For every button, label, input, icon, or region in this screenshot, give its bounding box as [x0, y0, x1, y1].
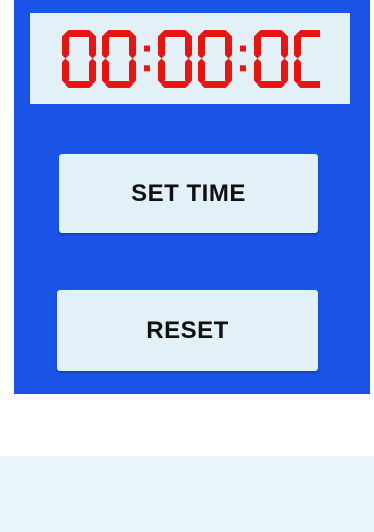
colon-separator — [240, 45, 246, 71]
seven-segment-readout — [62, 29, 320, 88]
set-time-label: SET TIME — [131, 179, 246, 207]
footer-panel — [0, 456, 374, 532]
timer-digit — [198, 29, 232, 88]
timer-digit — [62, 29, 96, 88]
timer-digit — [158, 29, 192, 88]
timer-digit — [102, 29, 136, 88]
timer-screen: 00:00:00 SET TIME RESET — [14, 0, 370, 394]
reset-button[interactable]: RESET — [57, 290, 318, 371]
colon-separator — [144, 45, 150, 71]
timer-digit — [294, 29, 320, 88]
timer-digit — [254, 29, 288, 88]
set-time-button[interactable]: SET TIME — [59, 154, 318, 233]
timer-display: 00:00:00 — [30, 13, 350, 104]
reset-label: RESET — [146, 316, 229, 344]
